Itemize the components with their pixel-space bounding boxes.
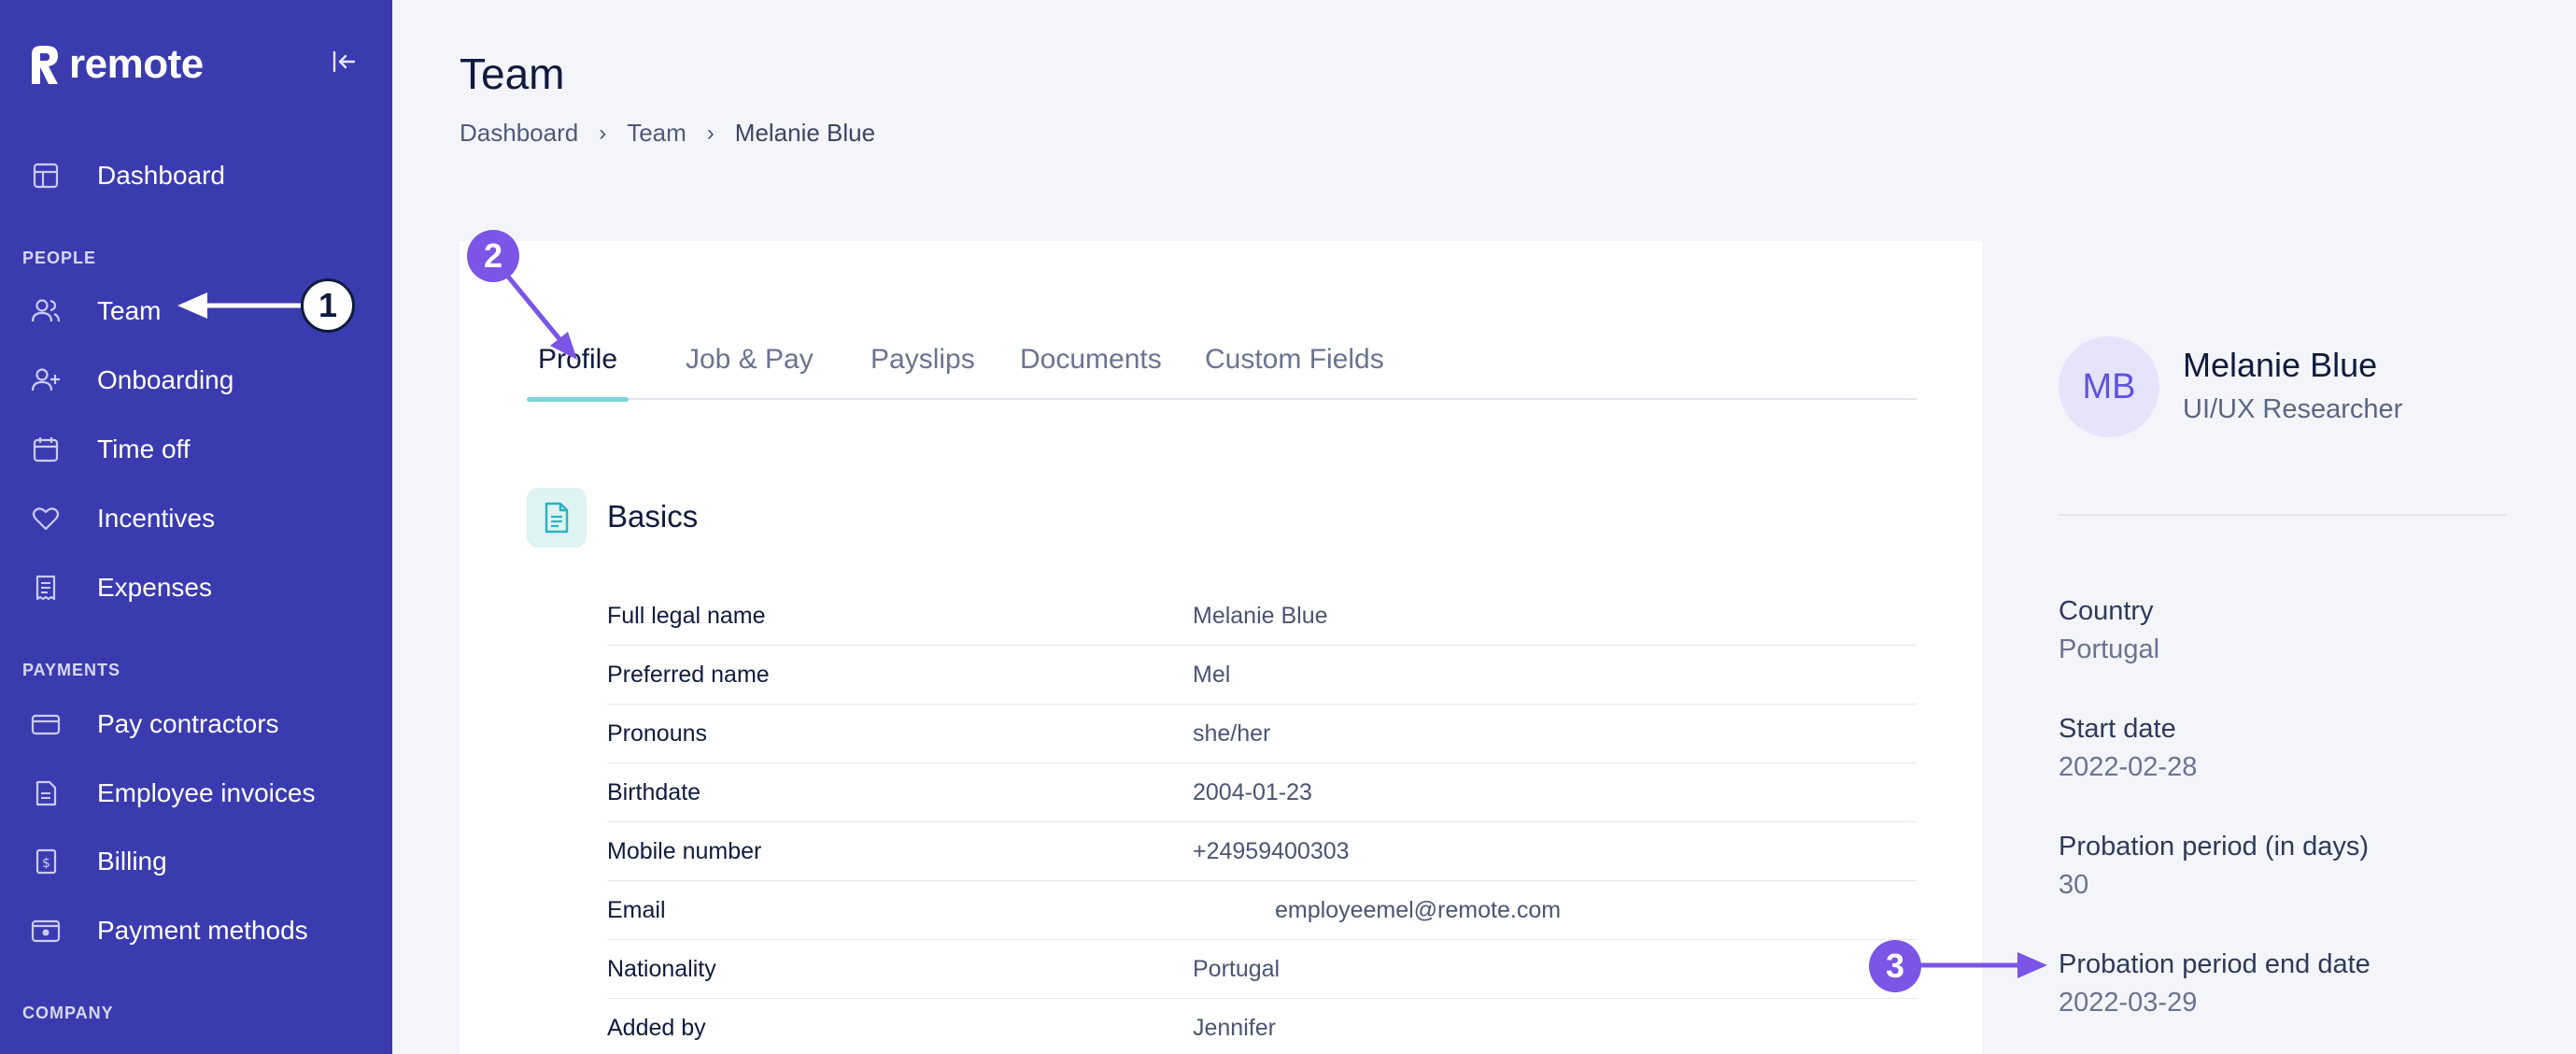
field-label: Email [607,896,666,923]
breadcrumb-dashboard[interactable]: Dashboard [460,119,578,148]
page-title: Team [460,50,565,98]
tab-documents[interactable]: Documents [1009,344,1173,400]
field-label: Pronouns [607,719,708,747]
field-label: Nationality [607,955,716,982]
table-row: Email employeemel@remote.com [607,881,1917,940]
basics-table: Full legal name Melanie Blue Preferred na… [607,587,1917,1054]
tab-custom-fields[interactable]: Custom Fields [1194,344,1395,400]
breadcrumb-current: Melanie Blue [734,119,876,147]
sidebar-item-dashboard[interactable]: Dashboard [28,153,225,198]
chevron-right-icon: › [599,120,607,146]
annotation-badge-1: 1 [301,278,355,333]
sidebar-item-employee-invoices[interactable]: Employee invoices [28,771,315,816]
table-row: Added by Jennifer [607,999,1917,1054]
section-title-basics: Basics [607,499,699,534]
wallet-icon [28,913,64,948]
field-label: Added by [607,1015,706,1041]
tab-job-pay[interactable]: Job & Pay [674,344,825,400]
document-icon [527,488,587,548]
annotation-badge-3: 3 [1869,940,1921,992]
table-row: Preferred name Mel [607,646,1917,705]
field-value: employeemel@remote.com [1275,896,1562,923]
chevron-right-icon: › [706,120,715,146]
detail-value-start-date: 2022-02-28 [2059,752,2198,782]
field-value: +24959400303 [1193,837,1350,864]
heart-icon [28,501,64,536]
employee-role: UI/UX Researcher [2183,394,2403,424]
avatar: MB [2059,336,2159,437]
detail-value-probation-end: 2022-03-29 [2059,988,2198,1018]
svg-text:$: $ [42,856,50,871]
sidebar-item-label: Billing [97,847,167,876]
sidebar: remote Dashboard PEOPLE Team Onboarding … [0,0,392,1054]
sidebar-item-label: Onboarding [97,365,234,394]
detail-value-probation-days: 30 [2059,870,2089,900]
field-value: 2004-01-23 [1193,778,1312,805]
profile-card: Profile Job & Pay Payslips Documents Cus… [460,241,1982,1054]
sidebar-item-label: Dashboard [97,161,225,190]
sidebar-item-label: Incentives [97,504,216,533]
layout-icon [28,158,64,193]
user-plus-icon [28,363,64,398]
logo-text: remote [69,41,204,87]
table-row: Mobile number +24959400303 [607,822,1917,881]
sidebar-item-label: Expenses [97,573,212,602]
field-value: Melanie Blue [1193,602,1328,629]
sidebar-item-onboarding[interactable]: Onboarding [28,358,234,403]
table-row: Pronouns she/her [607,705,1917,763]
remote-logo-icon [32,46,58,84]
sidebar-item-label: Payment methods [97,916,308,945]
sidebar-item-time-off[interactable]: Time off [28,427,191,472]
breadcrumb-team[interactable]: Team [627,119,686,148]
sidebar-item-expenses[interactable]: Expenses [28,565,212,610]
employee-name: Melanie Blue [2183,346,2378,384]
sidebar-item-label: Time off [97,434,191,463]
field-label: Birthdate [607,778,701,805]
detail-label-start-date: Start date [2059,714,2176,744]
field-label: Mobile number [607,837,762,864]
sidebar-item-incentives[interactable]: Incentives [28,496,215,541]
sidebar-item-label: Pay contractors [97,709,279,738]
field-value: Mel [1193,661,1231,688]
tab-profile[interactable]: Profile [527,344,630,402]
table-row: Birthdate 2004-01-23 [607,763,1917,822]
section-label-company: COMPANY [22,1004,114,1022]
detail-label-probation-end: Probation period end date [2059,949,2371,979]
sidebar-item-payment-methods[interactable]: Payment methods [28,908,308,953]
table-row: Full legal name Melanie Blue [607,587,1917,646]
table-row: Nationality Portugal [607,940,1917,999]
sidebar-item-pay-contractors[interactable]: Pay contractors [28,702,279,747]
field-value: she/her [1193,719,1271,747]
users-icon [28,293,64,329]
field-label: Preferred name [607,661,770,688]
collapse-left-icon[interactable] [329,47,359,77]
credit-card-icon [28,706,64,742]
sidebar-item-team[interactable]: Team [28,289,161,334]
section-label-people: PEOPLE [22,249,97,267]
detail-label-country: Country [2059,596,2154,626]
field-value: Portugal [1193,955,1281,982]
dollar-doc-icon: $ [28,844,64,879]
annotation-badge-2: 2 [467,230,519,282]
tab-bar: Profile Job & Pay Payslips Documents Cus… [527,344,1917,402]
divider [2059,514,2507,516]
sidebar-item-billing[interactable]: $ Billing [28,839,167,884]
receipt-icon [28,570,64,605]
breadcrumb: Dashboard › Team › Melanie Blue [460,119,875,148]
field-label: Full legal name [607,602,766,629]
field-value: Jennifer [1193,1015,1276,1041]
invoice-icon [28,776,64,811]
section-label-payments: PAYMENTS [22,661,121,679]
tab-payslips[interactable]: Payslips [859,344,986,400]
detail-value-country: Portugal [2059,634,2160,664]
sidebar-item-label: Team [97,296,162,325]
detail-label-probation-days: Probation period (in days) [2059,832,2370,862]
sidebar-item-label: Employee invoices [97,778,316,807]
calendar-icon [28,432,64,467]
remote-logo[interactable]: remote [28,41,204,88]
